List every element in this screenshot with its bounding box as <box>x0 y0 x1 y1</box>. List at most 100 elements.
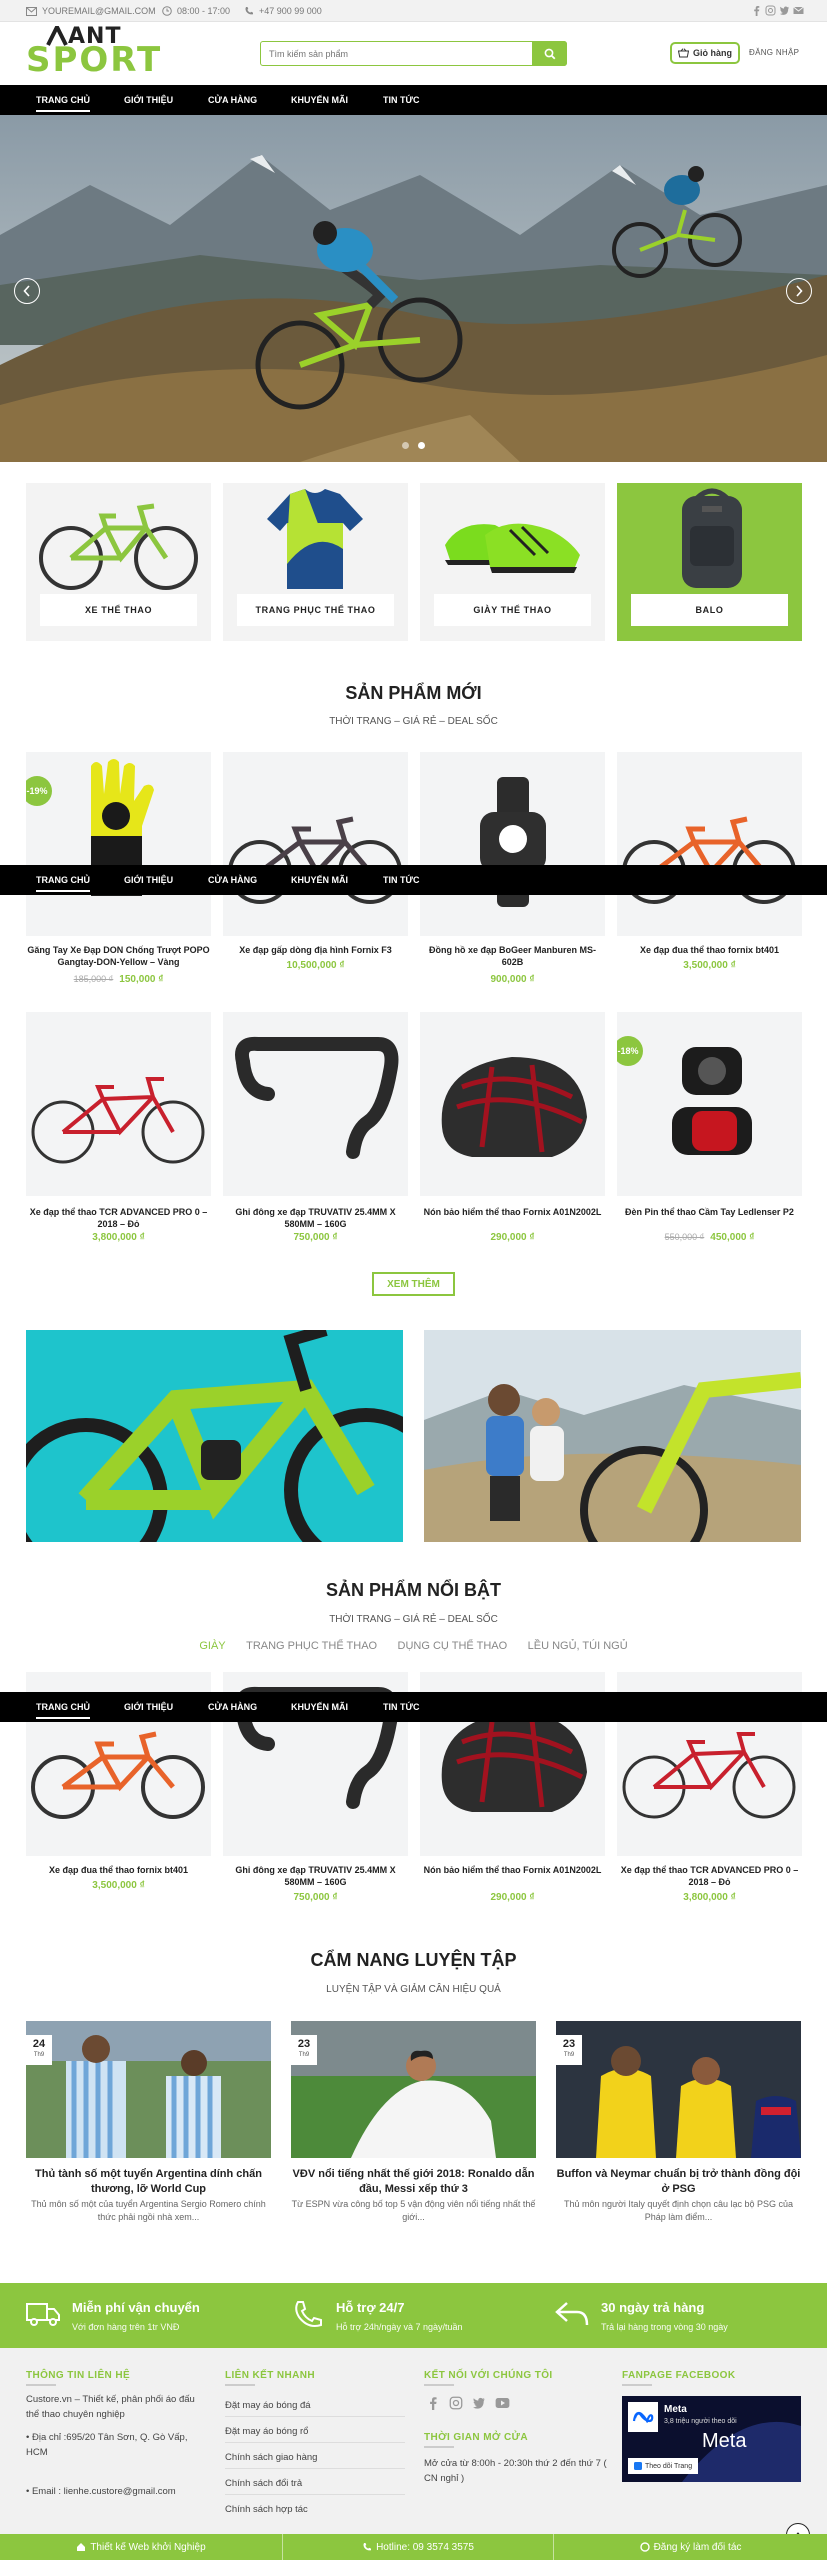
nav-home[interactable]: TRANG CHỦ <box>36 1692 90 1722</box>
footer-link[interactable]: Chính sách đổi trả <box>225 2476 302 2491</box>
product-name[interactable]: Xe đạp đua thể thao fornix bt401 <box>617 944 802 956</box>
logo[interactable]: ANT SPORT <box>26 22 160 82</box>
post-month: Th9 <box>563 2052 575 2058</box>
fb-cover-text: Meta <box>702 2430 747 2452</box>
footer-youtube-icon[interactable] <box>495 2396 510 2410</box>
product-price: 3,500,000 ₫ <box>683 960 736 971</box>
banner-left[interactable] <box>26 1330 403 1542</box>
nav-store[interactable]: CỬA HÀNG <box>208 85 257 115</box>
product-card-flashlight[interactable]: -18% <box>617 1012 802 1196</box>
slider-prev-button[interactable] <box>14 278 40 304</box>
footer-link[interactable]: Chính sách hợp tác <box>225 2502 308 2517</box>
product-name[interactable]: Ghi đông xe đạp TRUVATIV 25.4MM X 580MM … <box>223 1206 408 1230</box>
bottom-item-partner[interactable]: Đăng ký làm đối tác <box>554 2534 827 2560</box>
tab-tents[interactable]: LỀU NGỦ, TÚI NGỦ <box>528 1640 628 1652</box>
blog-post-image[interactable]: 23 Th9 <box>291 2021 536 2158</box>
product-image-bike <box>31 1731 205 1819</box>
phone-icon <box>363 2543 372 2551</box>
footer-email-text: Email : lienhe.custore@gmail.com <box>31 2486 176 2497</box>
nav-store[interactable]: CỬA HÀNG <box>208 1692 257 1722</box>
blog-post-image[interactable]: 23 Th9 <box>556 2021 801 2158</box>
facebook-page-widget[interactable]: Meta 3,8 triệu người theo dõi Meta Theo … <box>622 2396 801 2482</box>
footer-link[interactable]: Chính sách giao hàng <box>225 2450 317 2465</box>
login-link[interactable]: ĐĂNG NHẬP <box>749 48 799 57</box>
product-card-folding-bike[interactable] <box>223 752 408 936</box>
email-social-icon[interactable] <box>793 5 804 16</box>
footer-link[interactable]: Đặt may áo bóng rổ <box>225 2424 308 2439</box>
product-card-tcr-bike[interactable] <box>26 1012 211 1196</box>
product-name[interactable]: Nón bảo hiểm thể thao Fornix A01N2002L <box>420 1864 605 1876</box>
blog-post-image[interactable]: 24 Th9 <box>26 2021 271 2158</box>
topbar-email[interactable]: YOUREMAIL@GMAIL.COM <box>26 0 156 22</box>
facebook-icon[interactable] <box>751 5 762 16</box>
featured-title: SẢN PHẨM NỔI BẬT <box>326 1580 501 1600</box>
sale-badge: -18% <box>617 1036 643 1066</box>
product-price: 900,000 ₫ <box>490 974 535 985</box>
blog-post-title[interactable]: VĐV nổi tiếng nhất thế giới 2018: Ronald… <box>291 2167 536 2197</box>
product-card-helmet[interactable] <box>420 1012 605 1196</box>
tab-apparel[interactable]: TRANG PHỤC THỂ THAO <box>246 1640 377 1652</box>
search-input[interactable] <box>261 42 531 65</box>
blog-photo-psg <box>556 2021 801 2158</box>
category-shoes[interactable]: GIÀY THỂ THAO <box>420 483 605 641</box>
nav-news[interactable]: TIN TỨC <box>383 85 419 115</box>
product-name[interactable]: Xe đạp thể thao TCR ADVANCED PRO 0 – 201… <box>617 1864 802 1888</box>
product-card-handlebar[interactable] <box>223 1012 408 1196</box>
envelope-icon <box>26 6 37 16</box>
nav-store[interactable]: CỬA HÀNG <box>208 865 257 895</box>
product-name[interactable]: Đồng hồ xe đạp BoGeer Manburen MS-602B <box>420 944 605 968</box>
tab-shoes[interactable]: GIÀY <box>199 1640 225 1652</box>
footer-contact-desc: Custore.vn – Thiết kế, phân phối áo đấu … <box>26 2394 195 2420</box>
footer-link[interactable]: Đặt may áo bóng đá <box>225 2398 311 2413</box>
footer-twitter-icon[interactable] <box>472 2396 486 2410</box>
category-backpacks[interactable]: BALO <box>617 483 802 641</box>
nav-promotions[interactable]: KHUYẾN MÃI <box>291 85 348 115</box>
product-name[interactable]: Xe đạp gấp dòng địa hình Fornix F3 <box>223 944 408 956</box>
slider-dot-2[interactable] <box>418 442 425 449</box>
category-apparel[interactable]: TRANG PHỤC THỂ THAO <box>223 483 408 641</box>
bottom-item-hotline[interactable]: Hotline: 09 3574 3575 <box>283 2534 553 2560</box>
footer-email[interactable]: • Email : lienhe.custore@gmail.com <box>26 2484 216 2499</box>
instagram-icon[interactable] <box>765 5 776 16</box>
nav-news[interactable]: TIN TỨC <box>383 1692 419 1722</box>
nav-about[interactable]: GIỚI THIỆU <box>124 865 173 895</box>
twitter-icon[interactable] <box>779 5 790 16</box>
blog-post-title[interactable]: Buffon và Neymar chuẩn bị trở thành đồng… <box>556 2167 801 2197</box>
nav-news[interactable]: TIN TỨC <box>383 865 419 895</box>
nav-promotions[interactable]: KHUYẾN MÃI <box>291 1692 348 1722</box>
view-more-button[interactable]: XEM THÊM <box>372 1272 455 1296</box>
footer-instagram-icon[interactable] <box>449 2396 463 2410</box>
nav-about[interactable]: GIỚI THIỆU <box>124 85 173 115</box>
search-button[interactable] <box>532 41 567 66</box>
slider-dot-1[interactable] <box>402 442 409 449</box>
product-name[interactable]: Nón bảo hiểm thể thao Fornix A01N2002L <box>420 1206 605 1218</box>
product-price: 3,800,000 ₫ <box>683 1892 736 1903</box>
footer-facebook-icon[interactable] <box>426 2396 440 2410</box>
nav-home[interactable]: TRANG CHỦ <box>36 865 90 895</box>
category-label: GIÀY THỂ THAO <box>434 594 591 626</box>
product-price: 750,000 ₫ <box>293 1892 338 1903</box>
category-bikes[interactable]: XE THỂ THAO <box>26 483 211 641</box>
nav-promotions[interactable]: KHUYẾN MÃI <box>291 865 348 895</box>
slider-next-button[interactable] <box>786 278 812 304</box>
product-name[interactable]: Găng Tay Xe Đạp DON Chống Trượt POPO Gan… <box>26 944 211 968</box>
product-card-watch[interactable] <box>420 752 605 936</box>
product-name[interactable]: Ghi đông xe đạp TRUVATIV 25.4MM X 580MM … <box>223 1864 408 1888</box>
nav-about[interactable]: GIỚI THIỆU <box>124 1692 173 1722</box>
topbar-phone[interactable]: +47 900 99 000 <box>244 0 322 22</box>
hero-slider[interactable] <box>0 115 827 462</box>
product-name[interactable]: Xe đạp thể thao TCR ADVANCED PRO 0 – 201… <box>26 1206 211 1230</box>
cart-button[interactable]: Giỏ hàng <box>670 42 740 64</box>
product-price: 750,000 ₫ <box>293 1232 338 1243</box>
fb-small-icon <box>634 2462 642 2470</box>
product-name[interactable]: Đèn Pin thể thao Cầm Tay Ledlenser P2 <box>617 1206 802 1218</box>
bottom-item-web[interactable]: Thiết kế Web khởi Nghiệp <box>0 2534 282 2560</box>
product-card-gloves[interactable]: -19% <box>26 752 211 936</box>
nav-home[interactable]: TRANG CHỦ <box>36 85 90 115</box>
tab-equipment[interactable]: DỤNG CỤ THỂ THAO <box>398 1640 508 1652</box>
banner-right[interactable] <box>424 1330 801 1542</box>
fb-follow-button[interactable]: Theo dõi Trang <box>628 2458 699 2474</box>
product-name[interactable]: Xe đạp đua thể thao fornix bt401 <box>26 1864 211 1876</box>
product-card-race-bike[interactable] <box>617 752 802 936</box>
blog-post-title[interactable]: Thủ tành số một tuyển Argentina dính chấ… <box>26 2167 271 2197</box>
